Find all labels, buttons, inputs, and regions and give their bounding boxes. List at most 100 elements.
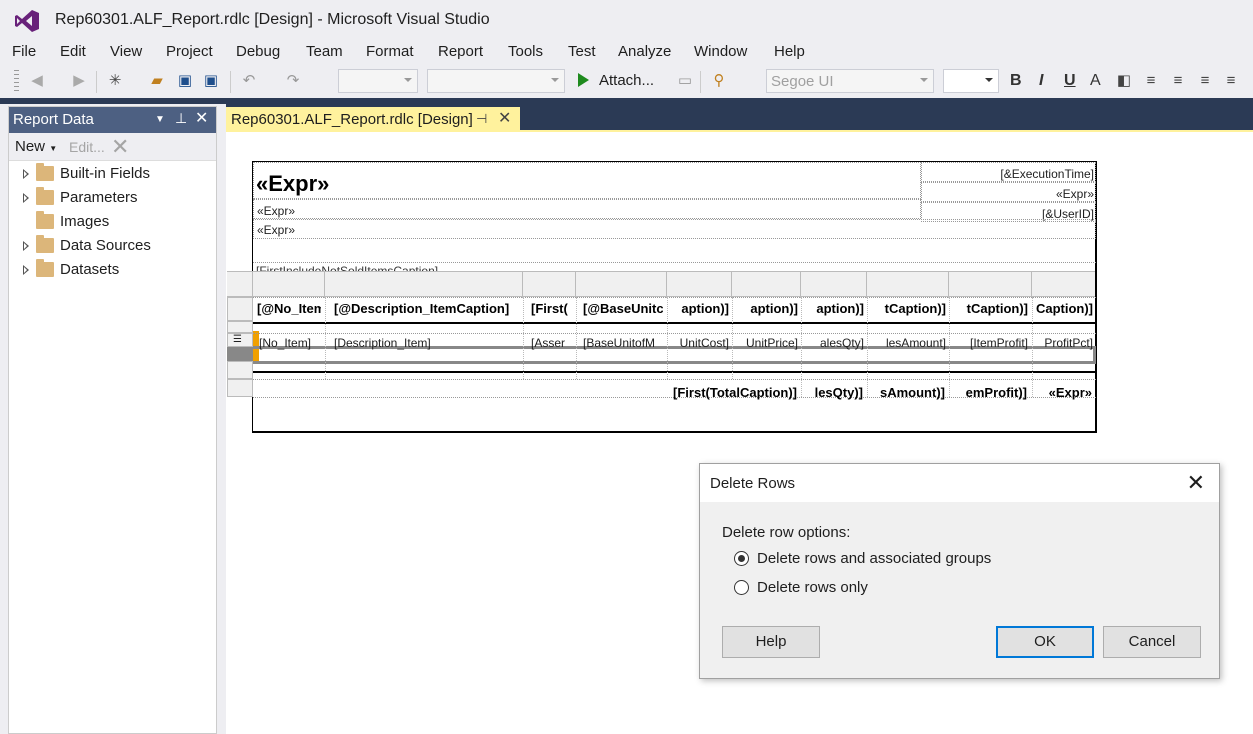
- title-textbox[interactable]: [253, 162, 921, 199]
- row-handle-group[interactable]: [227, 321, 253, 333]
- expand-arrow-icon[interactable]: [23, 169, 29, 179]
- execution-time-field[interactable]: [&ExecutionTime]: [924, 167, 1094, 181]
- platform-combo[interactable]: [427, 69, 565, 93]
- pin-icon[interactable]: ⊥: [175, 110, 187, 127]
- column-handle[interactable]: [253, 272, 325, 298]
- row-handle-selected[interactable]: [227, 347, 253, 361]
- radio-label[interactable]: Delete rows and associated groups: [757, 550, 991, 567]
- expand-arrow-icon[interactable]: [23, 265, 29, 275]
- align-right-icon[interactable]: ≡: [1196, 72, 1214, 90]
- tree-item-data-sources[interactable]: Data Sources: [9, 235, 216, 259]
- header-cell[interactable]: [@No_Item: [257, 301, 321, 316]
- header-cell[interactable]: Caption)]: [1033, 301, 1093, 316]
- subtitle-expr-1[interactable]: «Expr»: [257, 204, 295, 218]
- menu-debug[interactable]: Debug: [236, 43, 280, 60]
- detail-cell[interactable]: UnitCost]: [669, 336, 729, 350]
- expand-arrow-icon[interactable]: [23, 193, 29, 203]
- column-handle[interactable]: [667, 272, 732, 298]
- tree-item-datasets[interactable]: Datasets: [9, 259, 216, 283]
- row-handle-group-footer[interactable]: [227, 361, 253, 379]
- close-icon[interactable]: ✕: [1187, 470, 1205, 496]
- row-handle-header[interactable]: [227, 297, 253, 321]
- expand-arrow-icon[interactable]: [23, 241, 29, 251]
- radio-delete-rows-only[interactable]: [734, 580, 749, 595]
- menu-report[interactable]: Report: [438, 43, 483, 60]
- column-handle[interactable]: [325, 272, 523, 298]
- document-tab[interactable]: Rep60301.ALF_Report.rdlc [Design] ⊣ ✕: [226, 107, 520, 132]
- row-handle-detail[interactable]: ☰: [227, 333, 253, 347]
- cancel-button[interactable]: Cancel: [1103, 626, 1201, 658]
- tablix-column-handles[interactable]: [227, 271, 1095, 298]
- font-color-button[interactable]: A: [1090, 72, 1101, 90]
- ok-button[interactable]: OK: [996, 626, 1094, 658]
- italic-button[interactable]: I: [1039, 72, 1043, 90]
- menu-format[interactable]: Format: [366, 43, 414, 60]
- start-icon[interactable]: [578, 73, 589, 87]
- panel-splitter[interactable]: [217, 104, 226, 734]
- panel-dropdown-icon[interactable]: ▼: [155, 114, 165, 125]
- align-center-icon[interactable]: ≡: [1169, 72, 1187, 90]
- menu-window[interactable]: Window: [694, 43, 747, 60]
- detail-cell[interactable]: lesAmount]: [868, 336, 946, 350]
- header-cell[interactable]: [@BaseUnitc: [583, 301, 663, 316]
- total-cell[interactable]: [First(TotalCaption)]: [640, 385, 797, 400]
- header-cell[interactable]: tCaption)]: [868, 301, 946, 316]
- total-cell[interactable]: emProfit)]: [951, 385, 1027, 400]
- back-icon[interactable]: ◀: [28, 72, 46, 90]
- menu-analyze[interactable]: Analyze: [618, 43, 671, 60]
- menu-view[interactable]: View: [110, 43, 142, 60]
- detail-cell[interactable]: [Description_Item]: [334, 336, 520, 350]
- subtitle-textbox-2[interactable]: [253, 219, 1096, 239]
- detail-cell[interactable]: [BaseUnitofM: [583, 336, 663, 350]
- bold-button[interactable]: B: [1010, 72, 1022, 90]
- menu-tools[interactable]: Tools: [508, 43, 543, 60]
- column-handle[interactable]: [949, 272, 1032, 298]
- column-handle[interactable]: [1032, 272, 1095, 298]
- detail-cell[interactable]: UnitPrice]: [734, 336, 798, 350]
- pin-icon[interactable]: ⊣: [476, 111, 487, 127]
- menu-edit[interactable]: Edit: [60, 43, 86, 60]
- menu-project[interactable]: Project: [166, 43, 213, 60]
- justify-icon[interactable]: ≡: [1222, 72, 1240, 90]
- close-icon[interactable]: ✕: [195, 108, 208, 128]
- detail-cell[interactable]: [Asser: [531, 336, 571, 350]
- column-handle[interactable]: [576, 272, 667, 298]
- undo-icon[interactable]: ↶: [240, 72, 258, 90]
- row-handle-total[interactable]: [227, 379, 253, 397]
- right-expr-field[interactable]: «Expr»: [924, 187, 1094, 201]
- partial-hidden-textbox[interactable]: [FirstIncludeNotSoldItemsCaption]: [256, 264, 856, 271]
- toolbar-grip[interactable]: [14, 70, 19, 92]
- column-handle[interactable]: [867, 272, 949, 298]
- subtitle-expr-2[interactable]: «Expr»: [257, 223, 295, 237]
- report-title-expr[interactable]: «Expr»: [256, 171, 329, 197]
- header-cell[interactable]: aption)]: [802, 301, 864, 316]
- header-cell[interactable]: aption)]: [669, 301, 729, 316]
- menu-help[interactable]: Help: [774, 43, 805, 60]
- column-handle[interactable]: [227, 272, 253, 298]
- redo-icon[interactable]: ↷: [284, 72, 302, 90]
- tree-item-built-in-fields[interactable]: Built-in Fields: [9, 163, 216, 187]
- configuration-combo[interactable]: [338, 69, 418, 93]
- menu-team[interactable]: Team: [306, 43, 343, 60]
- new-project-icon[interactable]: ✳: [106, 72, 124, 90]
- tree-item-images[interactable]: Images: [9, 211, 216, 235]
- total-cell[interactable]: «Expr»: [1034, 385, 1092, 400]
- detail-cell[interactable]: [ItemProfit]: [950, 336, 1028, 350]
- header-cell[interactable]: tCaption)]: [950, 301, 1028, 316]
- delete-icon[interactable]: ✕: [111, 134, 129, 160]
- column-handle[interactable]: [801, 272, 867, 298]
- dialog-title-bar[interactable]: Delete Rows ✕: [700, 464, 1219, 502]
- menu-file[interactable]: File: [12, 43, 36, 60]
- font-family-combo[interactable]: Segoe UI: [766, 69, 934, 93]
- total-cell[interactable]: lesQty)]: [803, 385, 863, 400]
- font-size-combo[interactable]: [943, 69, 999, 93]
- tree-item-parameters[interactable]: Parameters: [9, 187, 216, 211]
- column-handle[interactable]: [732, 272, 801, 298]
- header-cell[interactable]: [First(: [531, 301, 571, 316]
- detail-cell[interactable]: [No_Item]: [259, 336, 319, 350]
- new-button[interactable]: New ▼: [15, 138, 57, 155]
- header-cell[interactable]: [@Description_ItemCaption]: [334, 301, 520, 316]
- process-icon[interactable]: ▭: [676, 72, 694, 90]
- close-tab-icon[interactable]: ✕: [498, 108, 511, 128]
- underline-button[interactable]: U: [1064, 72, 1076, 90]
